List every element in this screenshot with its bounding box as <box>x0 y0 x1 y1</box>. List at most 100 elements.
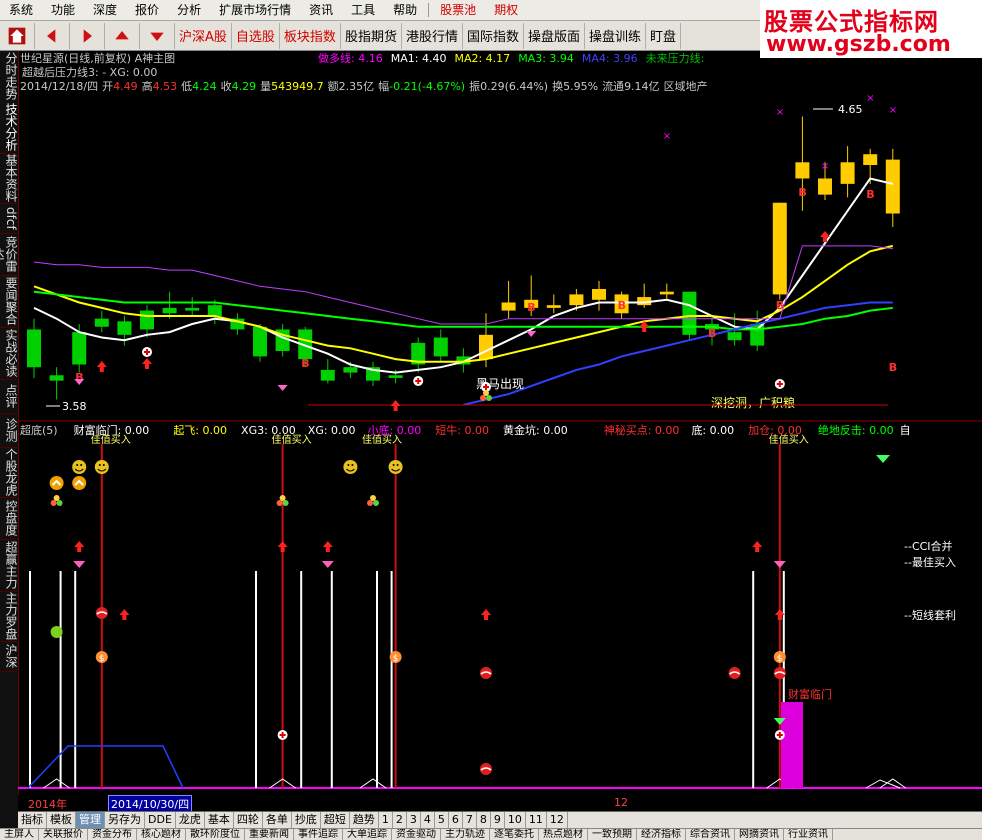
sidebar-tab-4[interactable]: 竞价雷达 <box>0 233 18 276</box>
arrow-down-button[interactable] <box>140 22 175 49</box>
sidebar-tab-10[interactable]: 控盘度 <box>0 497 18 540</box>
bottom-tab-2[interactable]: 管理 <box>76 812 105 828</box>
bottom-tab-16[interactable]: 5 <box>435 812 449 828</box>
bottom-tab-17[interactable]: 6 <box>449 812 463 828</box>
toolbar-tab-6[interactable]: 操盘版面 <box>524 22 585 49</box>
status-item-12[interactable]: 一致预期 <box>588 829 637 840</box>
blue-step-line <box>27 745 184 789</box>
status-item-5[interactable]: 重要新闻 <box>245 829 294 840</box>
signal-dot-icon <box>142 347 152 357</box>
menu-special-1[interactable]: 期权 <box>485 0 527 20</box>
bottom-tab-11[interactable]: 趋势 <box>350 812 379 828</box>
sidebar-tab-6[interactable]: 实战必读 <box>0 327 18 380</box>
lower-indicator-0: 超底(5) <box>20 424 58 437</box>
status-bar: 主屏人 关联报价 资金分布 核心题材 散环阶度位 重要新闻 事件追踪 大单追踪 资金驱动 主力轨迹… <box>0 828 982 840</box>
toolbar-tab-8[interactable]: 盯盘 <box>646 22 682 49</box>
menu-special-0[interactable]: 股票池 <box>431 0 485 20</box>
bottom-tab-12[interactable]: 1 <box>379 812 393 828</box>
sidebar-tab-5[interactable]: 要闻聚合 <box>0 275 18 328</box>
bottom-tab-18[interactable]: 7 <box>463 812 477 828</box>
candle <box>49 367 64 400</box>
cci-note: --CCI合并 <box>904 539 953 553</box>
sidebar-tab-12[interactable]: 主力罗盘 <box>0 591 18 642</box>
status-item-10[interactable]: 逐笔委托 <box>490 829 539 840</box>
sidebar-tab-0[interactable]: 分时走势 <box>0 51 18 102</box>
toolbar-tab-4[interactable]: 港股行情 <box>402 22 463 49</box>
bottom-tab-6[interactable]: 基本 <box>205 812 234 828</box>
status-item-8[interactable]: 资金驱动 <box>392 829 441 840</box>
sidebar-tab-7[interactable]: 点评 <box>0 379 18 414</box>
sidebar-tab-1[interactable]: 技术分析 <box>0 101 18 154</box>
bottom-tab-14[interactable]: 3 <box>407 812 421 828</box>
bottom-tab-3[interactable]: 另存为 <box>105 812 145 828</box>
toolbar-tab-5[interactable]: 国际指数 <box>463 22 524 49</box>
toolbar-tab-7[interactable]: 操盘训练 <box>585 22 647 49</box>
status-item-16[interactable]: 行业资讯 <box>784 829 833 840</box>
menu-item-1[interactable]: 功能 <box>42 0 84 20</box>
red-ball-icon <box>728 667 741 679</box>
sidebar-tab-13[interactable]: 沪深 <box>0 641 18 672</box>
lower-indicator-label: 起飞: <box>173 424 200 437</box>
time-axis: 2014年 2014/10/30/四 12 <box>18 795 982 813</box>
sidebar-tab-9[interactable]: 个股龙虎 <box>0 447 18 498</box>
menu-item-6[interactable]: 资讯 <box>300 0 342 20</box>
candle <box>411 337 426 373</box>
status-item-15[interactable]: 网摘资讯 <box>735 829 784 840</box>
status-item-14[interactable]: 综合资讯 <box>686 829 735 840</box>
chart-area[interactable]: 4.653.58黑马出现深挖洞，广积粮BBB BBBB BB×××××财富临门佳值买… <box>18 51 982 795</box>
lower-indicator-10: 加仓: 0.00 <box>748 424 802 437</box>
sidebar-tab-2[interactable]: 基本资料 <box>0 153 18 204</box>
bottom-tab-7[interactable]: 四轮 <box>234 812 263 828</box>
menu-item-3[interactable]: 报价 <box>126 0 168 20</box>
bottom-tab-19[interactable]: 8 <box>477 812 491 828</box>
sidebar-tab-8[interactable]: 诊测 <box>0 413 18 448</box>
bottom-tab-0[interactable]: 指标 <box>18 812 47 828</box>
status-item-13[interactable]: 经济指标 <box>637 829 686 840</box>
status-item-0[interactable]: 主屏人 <box>0 829 39 840</box>
status-item-4[interactable]: 散环阶度位 <box>186 829 245 840</box>
candle <box>840 146 855 198</box>
status-item-11[interactable]: 热点题材 <box>539 829 588 840</box>
bottom-tab-20[interactable]: 9 <box>491 812 505 828</box>
bottom-tab-22[interactable]: 11 <box>526 812 547 828</box>
home-button[interactable] <box>0 22 35 49</box>
menu-item-2[interactable]: 深度 <box>84 0 126 20</box>
menu-item-7[interactable]: 工具 <box>342 0 384 20</box>
signal-dot-icon <box>277 730 288 740</box>
status-item-1[interactable]: 关联报价 <box>39 829 88 840</box>
status-item-2[interactable]: 资金分布 <box>88 829 137 840</box>
bottom-tab-9[interactable]: 抄底 <box>292 812 321 828</box>
arrow-up-button[interactable] <box>105 22 140 49</box>
status-item-3[interactable]: 核心题材 <box>137 829 186 840</box>
menu-item-4[interactable]: 分析 <box>168 0 210 20</box>
bottom-tab-4[interactable]: DDE <box>145 812 176 828</box>
bottom-tab-10[interactable]: 超短 <box>321 812 350 828</box>
toolbar-tab-3[interactable]: 股指期货 <box>341 22 402 49</box>
arrow-left-button[interactable] <box>35 22 70 49</box>
menu-item-8[interactable]: 帮助 <box>384 0 426 20</box>
bottom-tab-5[interactable]: 龙虎 <box>176 812 205 828</box>
baseline-triangle <box>359 778 387 789</box>
status-item-9[interactable]: 主力轨迹 <box>441 829 490 840</box>
menu-item-5[interactable]: 扩展市场行情 <box>210 0 300 20</box>
lower-indicator-7: 黄金坑: 0.00 <box>503 424 568 437</box>
green-gem-icon <box>876 455 890 463</box>
menu-item-0[interactable]: 系统 <box>0 0 42 20</box>
status-item-7[interactable]: 大单追踪 <box>343 829 392 840</box>
buy-b-icon: B <box>798 186 806 199</box>
status-item-6[interactable]: 事件追踪 <box>294 829 343 840</box>
bottom-tab-13[interactable]: 2 <box>393 812 407 828</box>
lower-indicator-value: 0.00 <box>393 424 422 437</box>
bottom-tab-23[interactable]: 12 <box>547 812 568 828</box>
lower-indicator-value: 0.00 <box>327 424 356 437</box>
toolbar-tab-0[interactable]: 沪深A股 <box>175 22 232 49</box>
bottom-tab-15[interactable]: 4 <box>421 812 435 828</box>
toolbar-tab-2[interactable]: 板块指数 <box>280 22 341 49</box>
bottom-tab-21[interactable]: 10 <box>505 812 526 828</box>
sidebar-tab-3[interactable]: dfcf <box>0 203 18 234</box>
toolbar-tab-1[interactable]: 自选股 <box>232 22 280 49</box>
arrow-right-button[interactable] <box>70 22 105 49</box>
sidebar-tab-11[interactable]: 超赢主力 <box>0 539 18 592</box>
bottom-tab-8[interactable]: 各单 <box>263 812 292 828</box>
bottom-tab-1[interactable]: 模板 <box>47 812 76 828</box>
